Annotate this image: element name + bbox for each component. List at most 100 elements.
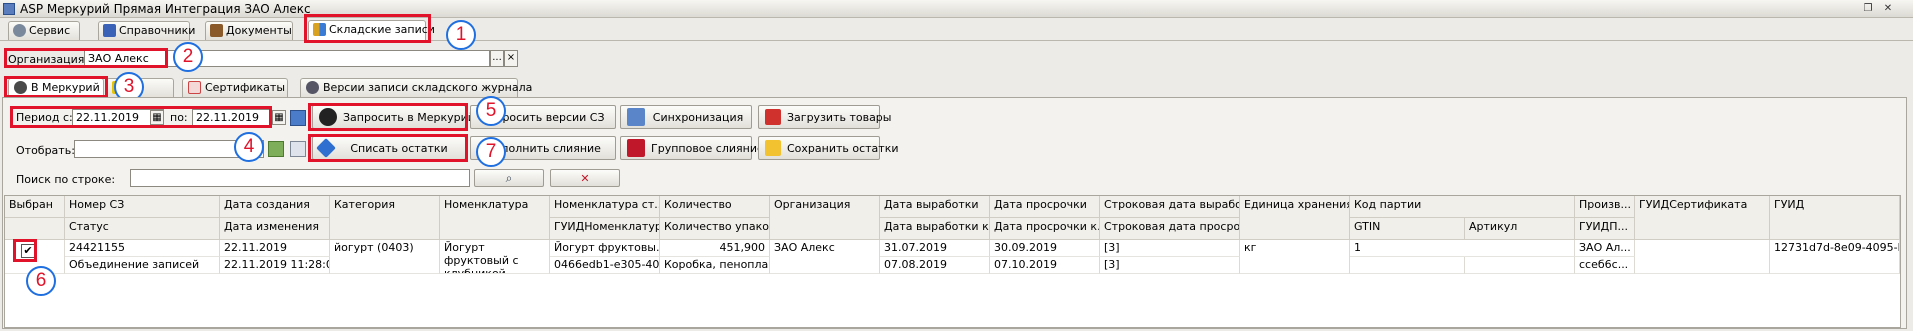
header-number[interactable]: Номер СЗ: [65, 196, 220, 218]
cell-guid-nom: 0466edb1-e305-40...: [550, 257, 660, 274]
header-changed[interactable]: Дата изменения: [220, 218, 330, 240]
cell-batch: 1: [1350, 240, 1575, 257]
annotation-badge-2: 2: [173, 42, 203, 72]
org-clear-button[interactable]: ×: [504, 50, 518, 67]
header-created[interactable]: Дата создания: [220, 196, 330, 218]
annotation-badge-5: 5: [476, 96, 506, 126]
header-selected-blank: [5, 218, 65, 240]
button-label: Синхронизация: [652, 110, 744, 124]
cell-article: [1465, 257, 1575, 274]
subtab-certificates[interactable]: Сертификаты: [182, 78, 288, 97]
header-gtin[interactable]: GTIN: [1350, 218, 1465, 240]
header-exp-date[interactable]: Дата просрочки: [990, 196, 1100, 218]
annotation-box-1: [304, 14, 431, 43]
gear-icon: [13, 24, 26, 37]
cell-guid-cert: [1635, 240, 1770, 274]
title-bar: ASP Меркурий Прямая Интеграция ЗАО Алекс…: [0, 0, 1913, 18]
group-merge-icon: [627, 139, 645, 157]
calendar-to-icon[interactable]: ▦: [272, 110, 286, 125]
tab-documents[interactable]: Документы: [205, 21, 293, 40]
filter-apply-icon[interactable]: [268, 141, 284, 157]
load-goods-button[interactable]: Загрузить товары: [758, 105, 891, 129]
restore-window-icon[interactable]: ❐: [1860, 2, 1876, 16]
clear-search-icon: ✕: [580, 171, 590, 185]
tab-label: Сервис: [29, 24, 71, 37]
window-title: ASP Меркурий Прямая Интеграция ЗАО Алекс: [20, 2, 311, 16]
cell-changed: 22.11.2019 11:28:09: [220, 257, 330, 274]
download-icon: [765, 109, 781, 125]
save-rest-icon: [765, 140, 781, 156]
cell-exp-str: [3]: [1100, 257, 1240, 274]
search-label: Поиск по строке:: [16, 173, 116, 186]
cell-guid: 12731d7d-8e09-4095-b7...: [1770, 240, 1900, 274]
sync-button[interactable]: Синхронизация: [620, 105, 752, 129]
book-icon: [103, 24, 116, 37]
cell-nomenclature: Йогурт фруктовый с клубникой 2,2%,...: [440, 240, 550, 274]
button-label: Сохранить остатки: [787, 141, 899, 155]
briefcase-icon: [210, 24, 223, 37]
header-qty[interactable]: Количество: [660, 196, 770, 218]
annotation-box-7: [308, 134, 468, 162]
tab-label: Документы: [226, 24, 292, 37]
header-exp-str[interactable]: Строковая дата просроч...: [1100, 218, 1240, 240]
cell-pack-qty: Коробка, пенопла...: [660, 257, 770, 274]
annotation-box-2: [4, 48, 168, 68]
header-exp-date-end[interactable]: Дата просрочки к...: [990, 218, 1100, 240]
annotation-badge-1: 1: [446, 20, 476, 50]
cell-created: 22.11.2019: [220, 240, 330, 257]
cell-unit: кг: [1240, 240, 1350, 274]
subtab-label: Версии записи складского журнала: [323, 81, 533, 94]
close-window-icon[interactable]: ✕: [1880, 2, 1896, 16]
header-guid-p[interactable]: ГУИДП...: [1575, 218, 1635, 240]
header-org[interactable]: Организация: [770, 196, 880, 240]
copy-icon[interactable]: [290, 141, 306, 157]
cell-nom-st: Йогурт фруктовы...: [550, 240, 660, 257]
org-select-button[interactable]: ...: [490, 50, 504, 67]
save-rest-button[interactable]: Сохранить остатки: [758, 136, 899, 160]
sync-icon: [627, 108, 645, 126]
header-category[interactable]: Категория: [330, 196, 440, 240]
top-tab-bar: Сервис Справочники Документы Складские з…: [0, 19, 1913, 41]
search-input[interactable]: [130, 169, 470, 187]
search-button[interactable]: ⌕: [474, 169, 544, 187]
header-unit[interactable]: Единица хранения: [1240, 196, 1350, 240]
search-icon: ⌕: [505, 170, 513, 185]
records-table[interactable]: Выбран Номер СЗ Дата создания Категория …: [4, 195, 1901, 328]
group-merge-button[interactable]: Групповое слияние: [620, 136, 764, 160]
header-nomenclature[interactable]: Номенклатура: [440, 196, 550, 240]
header-producer[interactable]: Произв...: [1575, 196, 1635, 218]
period-settings-icon[interactable]: [290, 110, 306, 126]
subtab-journal-versions[interactable]: Версии записи складского журнала: [300, 78, 532, 97]
header-nom-st[interactable]: Номенклатура ст...: [550, 196, 660, 218]
header-guid[interactable]: ГУИД: [1770, 196, 1900, 240]
header-prod-str[interactable]: Строковая дата вырабо...: [1100, 196, 1240, 218]
header-prod-date[interactable]: Дата выработки: [880, 196, 990, 218]
annotation-box-3: [4, 76, 108, 98]
annotation-box-6: [13, 239, 37, 262]
annotation-box-5: [308, 103, 468, 131]
tab-label: Справочники: [119, 24, 196, 37]
header-pack-qty[interactable]: Количество упако...: [660, 218, 770, 240]
versions-icon: [306, 81, 319, 94]
button-label: Групповое слияние: [651, 141, 764, 155]
header-batch[interactable]: Код партии: [1350, 196, 1575, 218]
header-article[interactable]: Артикул: [1465, 218, 1575, 240]
cell-exp-date-end: 07.10.2019: [990, 257, 1100, 274]
header-guid-nom[interactable]: ГУИДНоменклатур...: [550, 218, 660, 240]
app-icon: [3, 3, 15, 15]
header-selected[interactable]: Выбран: [5, 196, 65, 218]
header-guid-cert[interactable]: ГУИДСертификата: [1635, 196, 1770, 240]
annotation-badge-7: 7: [476, 137, 506, 167]
cell-org: ЗАО Алекс: [770, 240, 880, 274]
header-status[interactable]: Статус: [65, 218, 220, 240]
select-label: Отобрать:: [16, 144, 75, 157]
header-prod-date-end[interactable]: Дата выработки к...: [880, 218, 990, 240]
subtab-label: Сертификаты: [205, 81, 286, 94]
tab-reference[interactable]: Справочники: [98, 21, 195, 40]
tab-service[interactable]: Сервис: [8, 21, 80, 40]
cell-category: йогурт (0403): [330, 240, 440, 274]
cell-prod-date-end: 07.08.2019: [880, 257, 990, 274]
annotation-badge-6: 6: [26, 266, 56, 296]
clear-search-button[interactable]: ✕: [550, 169, 620, 187]
cell-producer: ЗАО Ал...: [1575, 240, 1635, 257]
